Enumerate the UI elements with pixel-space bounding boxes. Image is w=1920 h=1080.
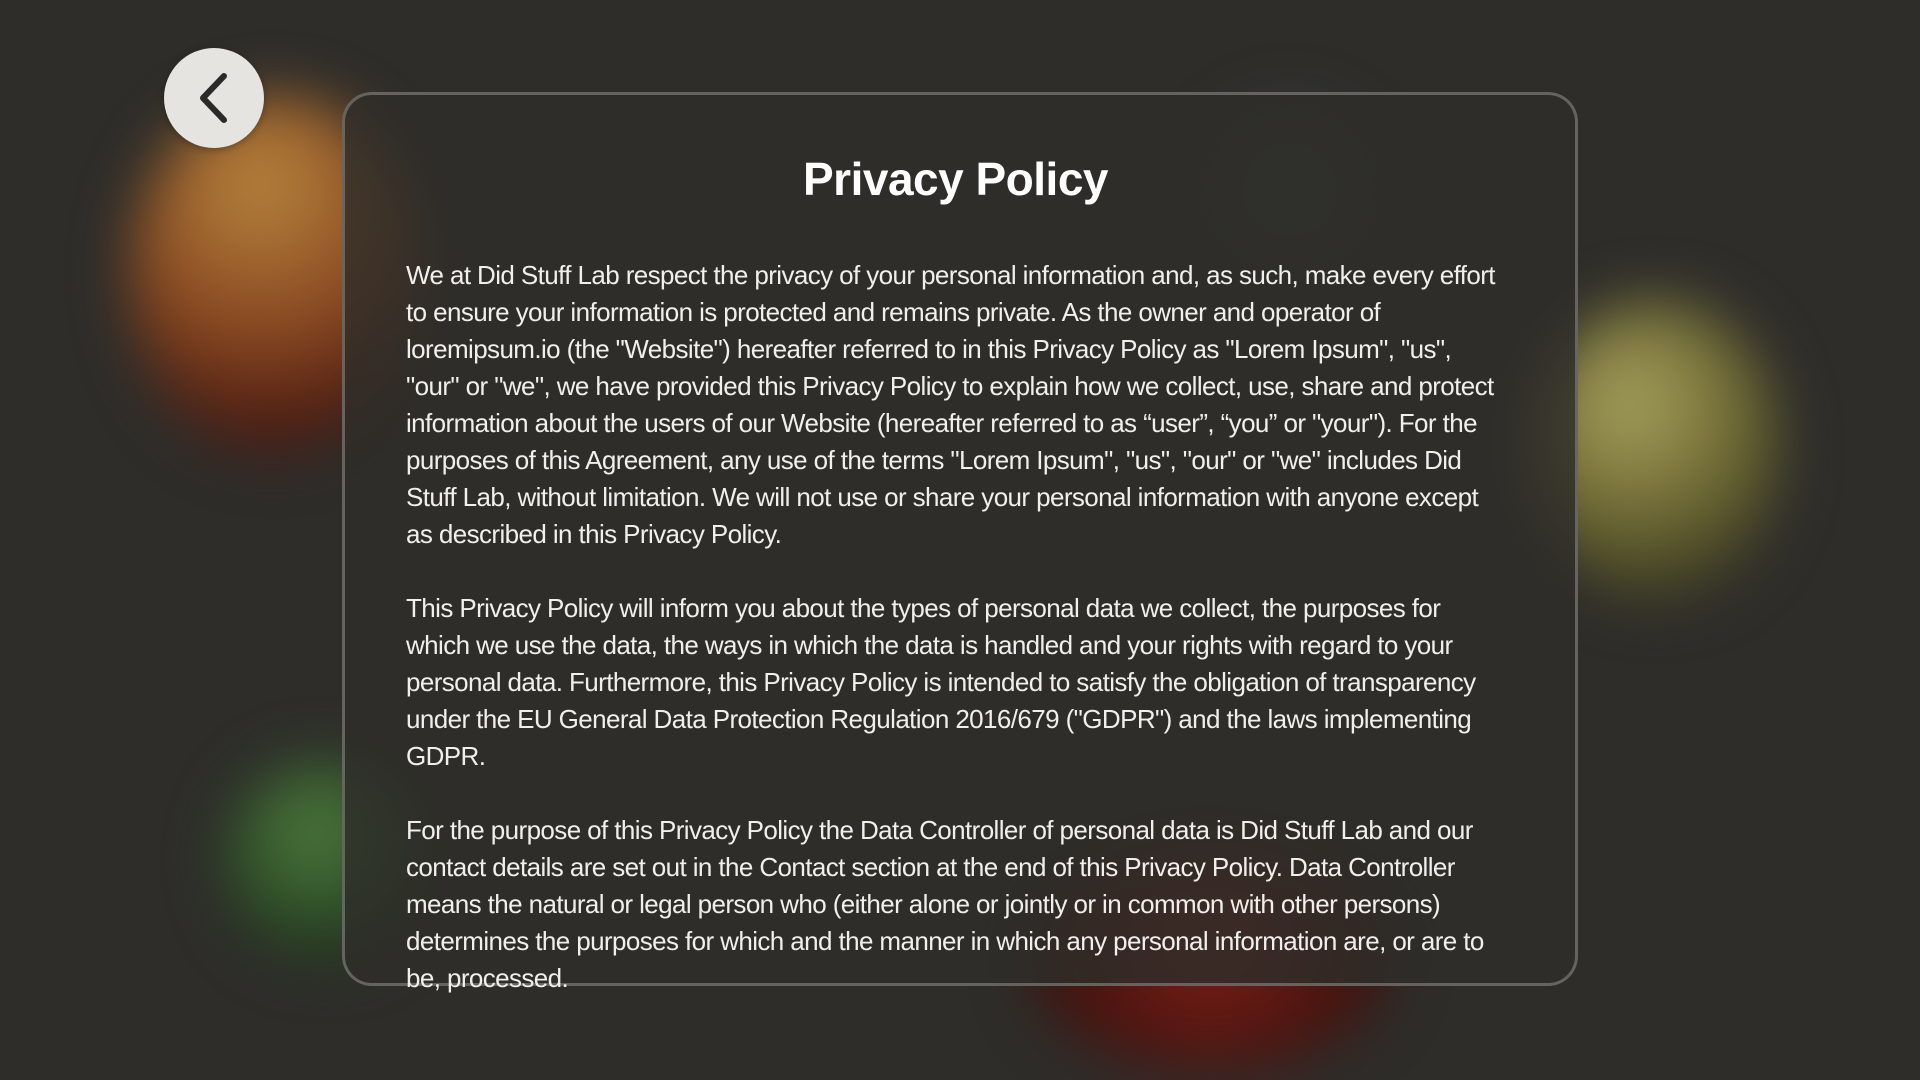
- chevron-left-icon: [200, 73, 227, 123]
- policy-paragraph: This Privacy Policy will inform you abou…: [406, 593, 1476, 771]
- policy-paragraph: We at Did Stuff Lab respect the privacy …: [406, 260, 1496, 549]
- back-button[interactable]: [164, 48, 264, 148]
- privacy-policy-card: Privacy Policy We at Did Stuff Lab respe…: [342, 92, 1578, 993]
- privacy-policy-screen: Privacy Policy We at Did Stuff Lab respe…: [0, 0, 1920, 1080]
- policy-body: We at Did Stuff Lab respect the privacy …: [406, 257, 1505, 997]
- page-title: Privacy Policy: [803, 153, 1108, 205]
- policy-paragraph: For the purpose of this Privacy Policy t…: [406, 815, 1484, 993]
